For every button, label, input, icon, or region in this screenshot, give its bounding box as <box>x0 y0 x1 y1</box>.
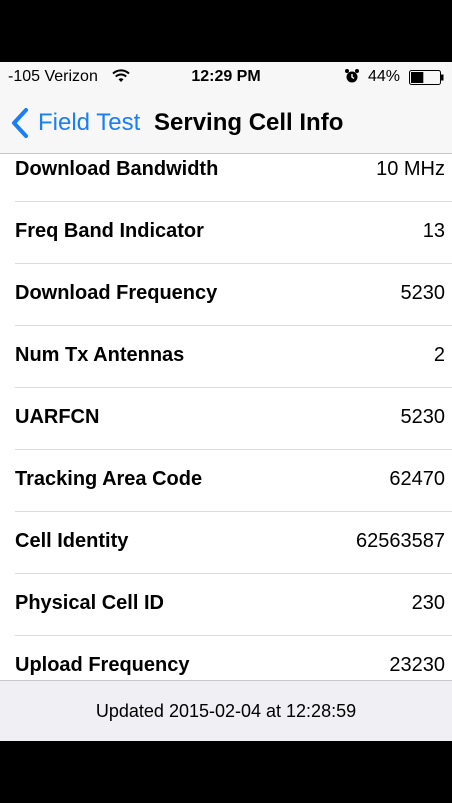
row-value: 230 <box>411 592 445 614</box>
list-item: Tracking Area Code 62470 <box>15 450 452 512</box>
battery-icon <box>409 70 444 85</box>
list-item: Cell Identity 62563587 <box>15 512 452 574</box>
row-label: UARFCN <box>15 406 100 428</box>
row-label: Download Frequency <box>15 282 218 304</box>
battery-fill <box>411 72 424 83</box>
row-value: 62563587 <box>356 530 445 552</box>
cell-info-list[interactable]: Download Bandwidth 10 MHz Freq Band Indi… <box>0 154 452 680</box>
list-item: Freq Band Indicator 13 <box>15 202 452 264</box>
row-value: 10 MHz <box>376 158 445 180</box>
page-title: Serving Cell Info <box>154 109 344 136</box>
row-label: Cell Identity <box>15 530 129 552</box>
row-label: Num Tx Antennas <box>15 344 185 366</box>
battery-percent: 44% <box>368 68 401 85</box>
row-value: 23230 <box>389 654 445 676</box>
navigation-bar: Field Test Serving Cell Info <box>0 92 452 154</box>
back-button-label: Field Test <box>38 109 141 136</box>
footer-toolbar: Updated 2015-02-04 at 12:28:59 <box>0 680 452 741</box>
row-label: Freq Band Indicator <box>15 220 204 242</box>
row-label: Tracking Area Code <box>15 468 203 490</box>
bottom-bezel <box>0 741 452 803</box>
row-value: 13 <box>422 220 445 242</box>
chevron-left-icon <box>12 108 28 138</box>
back-button[interactable]: Field Test <box>10 106 140 140</box>
row-value: 62470 <box>389 468 445 490</box>
list-item: Upload Frequency 23230 <box>15 636 452 680</box>
list-item: Physical Cell ID 230 <box>15 574 452 636</box>
row-label: Download Bandwidth <box>15 158 219 180</box>
list-item: Num Tx Antennas 2 <box>15 326 452 388</box>
screen: -105 Verizon 12:29 PM 44% Field Test Ser… <box>0 0 452 803</box>
status-bar: -105 Verizon 12:29 PM 44% <box>0 62 452 92</box>
row-label: Physical Cell ID <box>15 592 164 614</box>
row-label: Upload Frequency <box>15 654 190 676</box>
list-item: Download Bandwidth 10 MHz <box>15 154 452 202</box>
list-item: UARFCN 5230 <box>15 388 452 450</box>
row-value: 5230 <box>400 406 446 428</box>
cell-info-list-content: Download Bandwidth 10 MHz Freq Band Indi… <box>0 154 452 680</box>
row-value: 5230 <box>400 282 446 304</box>
updated-timestamp: Updated 2015-02-04 at 12:28:59 <box>95 701 357 721</box>
top-bezel <box>0 0 452 62</box>
alarm-icon <box>345 69 359 83</box>
list-item: Download Frequency 5230 <box>15 264 452 326</box>
row-value: 2 <box>433 344 445 366</box>
